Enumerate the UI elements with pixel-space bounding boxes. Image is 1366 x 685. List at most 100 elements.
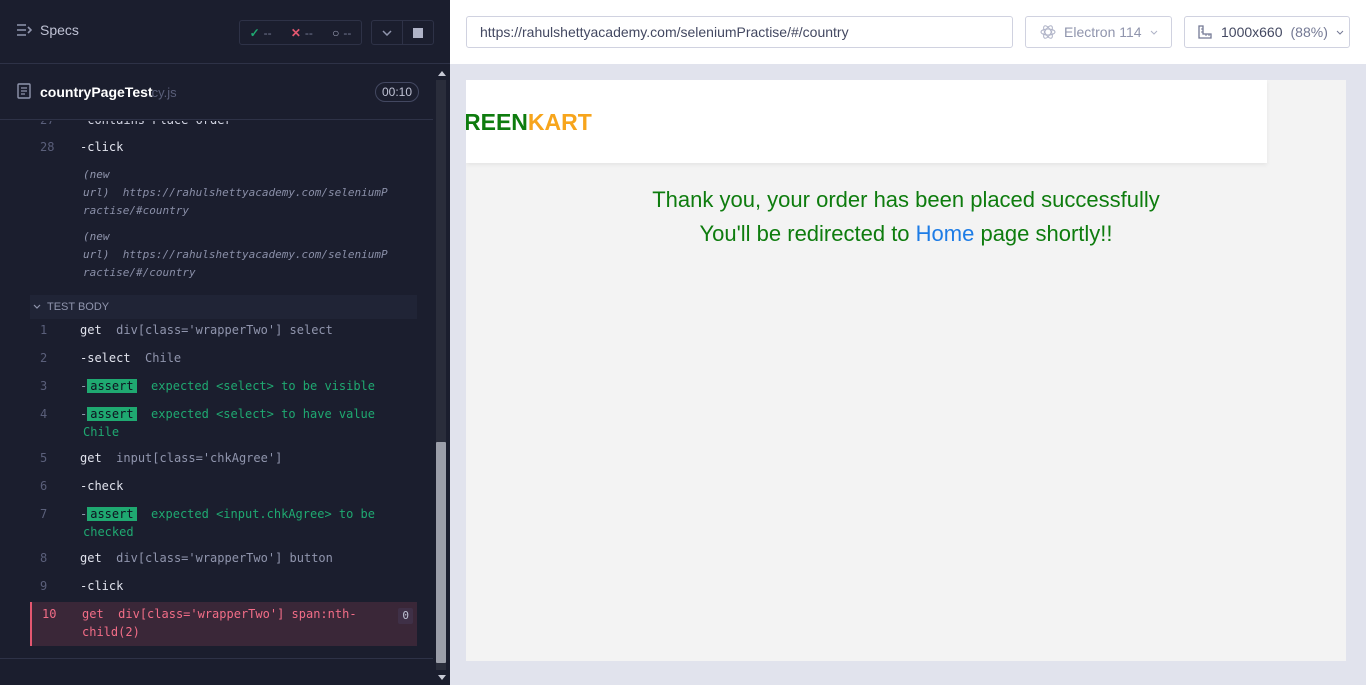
spec-extension: .cy.js (148, 85, 177, 100)
command-message: div[class='wrapperTwo'] select (116, 323, 333, 337)
command-number: 5 (40, 451, 48, 465)
ruler-icon (1198, 25, 1212, 39)
app-under-test-frame: REENKART Thank you, your order has been … (466, 80, 1346, 661)
scroll-up-arrow-icon[interactable] (433, 66, 450, 80)
failed-stat: ✕ -- (291, 26, 313, 40)
command-message: checked (83, 525, 134, 539)
specs-list-icon (17, 24, 32, 36)
command-log: 27 -contains Place Order 28 -click (new … (0, 121, 433, 658)
command-number: 10 (42, 607, 57, 621)
reporter-footer-divider (0, 658, 433, 659)
command-number: 9 (40, 579, 48, 593)
greenkart-logo[interactable]: REENKART (466, 109, 592, 136)
stop-button[interactable] (402, 21, 433, 44)
logo-orange-text: KART (527, 109, 592, 135)
scroll-down-arrow-icon[interactable] (433, 670, 450, 684)
assert-badge: assert (87, 379, 137, 393)
check-icon: ✓ (249, 25, 260, 40)
command-number: 4 (40, 407, 48, 421)
redirect-text: You'll be redirected to (699, 221, 916, 246)
command-message: expected <select> to be visible (151, 379, 376, 393)
command-name: -check (80, 479, 124, 493)
event-label: url) (83, 248, 110, 261)
command-number: 3 (40, 379, 48, 393)
command-name: -select (80, 351, 131, 365)
electron-icon (1040, 25, 1056, 39)
command-number: 8 (40, 551, 48, 565)
command-name: get (82, 607, 104, 621)
command-message: expected <input.chkAgree> to be (151, 507, 376, 521)
command-message: Chile (83, 425, 120, 439)
command-name: get (80, 551, 102, 565)
url-bar[interactable]: https://rahulshettyacademy.com/seleniumP… (466, 16, 1013, 48)
test-body-header[interactable]: TEST BODY (30, 295, 417, 319)
order-confirmation-message: Thank you, your order has been placed su… (466, 183, 1346, 251)
event-url: https://rahulshettyacademy.com/seleniumP (122, 248, 388, 261)
event-url: https://rahulshettyacademy.com/seleniumP (122, 186, 388, 199)
command-message: child(2) (82, 625, 140, 639)
x-icon: ✕ (290, 25, 301, 40)
chevron-down-icon (1150, 30, 1157, 35)
assert-badge: assert (87, 507, 137, 521)
command-number: 2 (40, 351, 48, 365)
command-message: expected <select> to have value (151, 407, 376, 421)
passed-count: -- (263, 25, 272, 40)
failed-count: -- (304, 25, 313, 40)
test-stats: ✓ -- ✕ -- ○ -- (239, 20, 362, 45)
event-url: ractise/#/country (83, 266, 196, 279)
redirect-line: You'll be redirected to Home page shortl… (466, 217, 1346, 251)
home-link[interactable]: Home (916, 221, 975, 246)
document-icon (17, 83, 31, 99)
command-row-failed[interactable]: 10 get div[class='wrapperTwo'] span:nth-… (30, 602, 417, 646)
specs-label: Specs (40, 22, 79, 38)
command-number: 27 (40, 121, 54, 129)
chevron-down-icon (1336, 30, 1344, 35)
url-change-event[interactable]: (new url) https://rahulshettyacademy.com… (83, 228, 413, 282)
spec-header: countryPageTest .cy.js 00:10 (0, 65, 433, 120)
reporter-panel: Specs ✓ -- ✕ -- ○ -- countryPageTest .cy.js… (0, 0, 450, 685)
event-label: url) (83, 186, 110, 199)
command-name: -click (80, 579, 124, 593)
pending-stat: ○ -- (332, 26, 351, 40)
command-number: 6 (40, 479, 48, 493)
command-message: Chile (145, 351, 182, 365)
assert-badge: assert (87, 407, 137, 421)
test-body-label: TEST BODY (47, 301, 110, 313)
event-url: ractise/#country (83, 204, 189, 217)
url-change-event[interactable]: (new url) https://rahulshettyacademy.com… (83, 166, 413, 220)
command-number: 28 (40, 140, 55, 154)
run-controls (371, 20, 434, 45)
redirect-text: page shortly!! (974, 221, 1113, 246)
aut-header: https://rahulshettyacademy.com/seleniumP… (450, 0, 1366, 64)
logo-green-text: REEN (466, 109, 528, 135)
scroll-thumb[interactable] (436, 442, 446, 663)
thanks-line: Thank you, your order has been placed su… (652, 187, 1160, 212)
pending-count: -- (343, 25, 352, 40)
spec-name: countryPageTest (40, 84, 153, 100)
passed-stat: ✓ -- (250, 26, 272, 40)
event-label: (new (83, 230, 110, 243)
command-name: get (80, 323, 102, 337)
command-name: get (80, 451, 102, 465)
chevron-down-icon (382, 29, 392, 36)
expand-collapse-button[interactable] (372, 21, 402, 44)
reporter-topbar: Specs ✓ -- ✕ -- ○ -- (0, 0, 450, 64)
viewport-info[interactable]: 1000x660 (88%) (1184, 16, 1350, 48)
viewport-size: 1000x660 (1221, 24, 1283, 40)
reporter-scrollbar[interactable] (433, 64, 450, 685)
command-number: 7 (40, 507, 48, 521)
element-count-badge: 0 (398, 608, 413, 624)
stop-icon (413, 27, 423, 38)
spec-duration: 00:10 (375, 82, 420, 102)
command-message: div[class='wrapperTwo'] button (116, 551, 333, 565)
browser-name: Electron 114 (1064, 24, 1142, 40)
command-message: input[class='chkAgree'] (116, 451, 283, 465)
pending-icon: ○ (332, 25, 340, 40)
browser-selector[interactable]: Electron 114 (1025, 16, 1172, 48)
command-text: -contains Place Order (80, 121, 417, 129)
command-number: 1 (40, 323, 48, 337)
specs-toggle-button[interactable]: Specs (16, 22, 79, 38)
viewport-scale: (88%) (1290, 24, 1328, 40)
greenkart-header: REENKART (466, 80, 1267, 163)
event-label: (new (83, 168, 110, 181)
